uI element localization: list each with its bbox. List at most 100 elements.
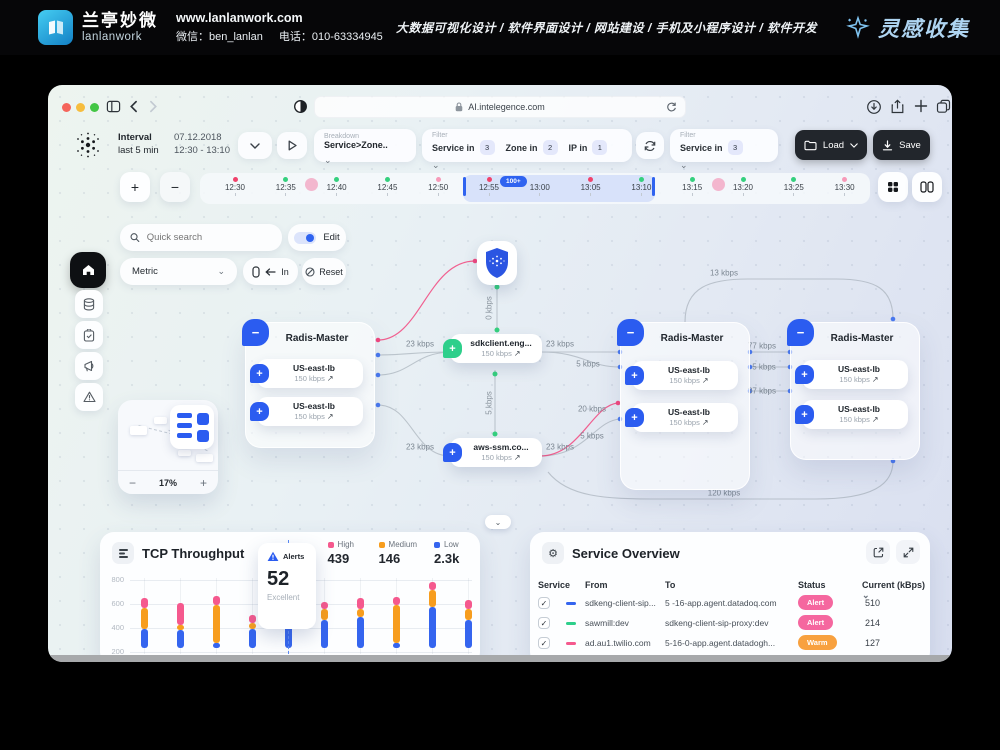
bar-segment-high[interactable] bbox=[177, 603, 184, 625]
row-checkbox[interactable]: ✓ bbox=[538, 637, 550, 649]
filter-item[interactable]: IP in1 bbox=[569, 140, 608, 155]
collapse-group-badge[interactable]: − bbox=[617, 319, 644, 346]
toggle-on-icon[interactable] bbox=[294, 232, 316, 244]
play-button[interactable] bbox=[277, 132, 307, 159]
bar-segment-medium[interactable] bbox=[177, 625, 184, 630]
bar-segment-high[interactable] bbox=[465, 600, 472, 609]
timeline-tick[interactable]: 12:40 bbox=[319, 177, 355, 196]
table-row[interactable]: ✓sdkeng-client-sip...5 -16-app.agent.dat… bbox=[530, 594, 930, 614]
network-shield-node[interactable] bbox=[477, 241, 517, 285]
sidebar-item-database[interactable] bbox=[75, 290, 103, 318]
reset-button[interactable]: Reset bbox=[302, 258, 346, 285]
zoom-in-button[interactable]: + bbox=[120, 172, 150, 202]
load-button[interactable]: Load bbox=[795, 130, 867, 160]
home-button[interactable] bbox=[70, 252, 106, 288]
filter-item[interactable]: Service in3 bbox=[680, 140, 743, 155]
bar-segment-low[interactable] bbox=[429, 607, 436, 648]
bar-segment-low[interactable] bbox=[249, 629, 256, 649]
timeline-tick[interactable]: 13:25 bbox=[776, 177, 812, 196]
reload-icon[interactable] bbox=[666, 101, 677, 113]
bar-segment-high[interactable] bbox=[213, 596, 220, 605]
timeline-tick[interactable]: 12:35 bbox=[268, 177, 304, 196]
minimap[interactable]: − 17% + bbox=[118, 400, 218, 494]
forward-icon[interactable] bbox=[146, 100, 159, 113]
downloads-icon[interactable] bbox=[866, 99, 882, 115]
bar-segment-medium[interactable] bbox=[357, 609, 364, 616]
topology-group[interactable]: − Radis-Master +US-east-lb150 kbps ↗+US-… bbox=[790, 322, 920, 460]
reader-shield-icon[interactable] bbox=[293, 99, 308, 114]
timeline-tick[interactable]: 13:10 bbox=[623, 177, 659, 196]
bar-segment-medium[interactable] bbox=[213, 605, 220, 643]
minimap-zoom-in[interactable]: + bbox=[200, 476, 207, 490]
table-row[interactable]: ✓sawmill:devsdkeng-client-sip-proxy:devA… bbox=[530, 614, 930, 634]
filter2-dropdown[interactable]: Filter Service in3 ⌄ bbox=[670, 129, 778, 162]
row-checkbox[interactable]: ✓ bbox=[538, 617, 550, 629]
refresh-button[interactable] bbox=[636, 132, 664, 159]
bar-segment-medium[interactable] bbox=[429, 590, 436, 607]
bar-segment-high[interactable] bbox=[249, 615, 256, 623]
table-row[interactable]: ✓ad.au1.twilio.com5-16-0-app.agent.datad… bbox=[530, 634, 930, 654]
bar-segment-low[interactable] bbox=[213, 643, 220, 648]
window-zoom-button[interactable] bbox=[90, 103, 99, 112]
collapse-group-badge[interactable]: − bbox=[787, 319, 814, 346]
filter-item[interactable]: Service in3 bbox=[432, 140, 495, 155]
selection-start-handle[interactable] bbox=[463, 177, 466, 196]
bar-segment-low[interactable] bbox=[465, 620, 472, 648]
traffic-in-button[interactable]: In bbox=[243, 258, 298, 285]
expand-node-badge[interactable]: + bbox=[625, 408, 644, 427]
timeline-tick[interactable]: 13:00 bbox=[522, 177, 558, 196]
interval-dropdown-button[interactable] bbox=[238, 132, 272, 159]
timeline-tick[interactable]: 13:15 bbox=[674, 177, 710, 196]
group-node-card[interactable]: +US-east-lb150 kbps ↗ bbox=[802, 400, 908, 429]
new-tab-icon[interactable] bbox=[914, 99, 928, 113]
expand-node-badge[interactable]: + bbox=[443, 339, 462, 358]
timeline-tick[interactable]: 12:50 bbox=[420, 177, 456, 196]
collapse-panel-chip[interactable]: ⌄ bbox=[485, 515, 511, 529]
expand-node-badge[interactable]: + bbox=[625, 366, 644, 385]
bar-segment-low[interactable] bbox=[321, 620, 328, 648]
topology-group[interactable]: − Radis-Master +US-east-lb150 kbps ↗+US-… bbox=[620, 322, 750, 490]
zoom-out-button[interactable]: − bbox=[160, 172, 190, 202]
timeline-strip[interactable]: 100+ 12:3012:3512:4012:4512:5012:5513:00… bbox=[200, 173, 870, 204]
group-node-card[interactable]: +US-east-lb150 kbps ↗ bbox=[632, 361, 738, 390]
group-node-card[interactable]: +US-east-lb150 kbps ↗ bbox=[632, 403, 738, 432]
save-button[interactable]: Save bbox=[873, 130, 930, 160]
breakdown-dropdown[interactable]: Breakdown Service>Zone.. ⌄ bbox=[314, 129, 416, 162]
row-checkbox[interactable]: ✓ bbox=[538, 597, 550, 609]
columns-view-button[interactable] bbox=[912, 172, 942, 202]
timeline-tick[interactable]: 13:20 bbox=[725, 177, 761, 196]
bar-segment-medium[interactable] bbox=[141, 608, 148, 630]
sidebar-item-announcements[interactable] bbox=[75, 352, 103, 380]
timeline-tick[interactable]: 12:45 bbox=[369, 177, 405, 196]
sidebar-item-report[interactable] bbox=[75, 321, 103, 349]
topology-group[interactable]: − Radis-Master +US-east-lb150 kbps ↗+US-… bbox=[245, 322, 375, 448]
grid-view-button[interactable] bbox=[878, 172, 908, 202]
bar-segment-high[interactable] bbox=[357, 598, 364, 609]
window-minimize-button[interactable] bbox=[76, 103, 85, 112]
group-node-card[interactable]: +US-east-lb150 kbps ↗ bbox=[802, 360, 908, 389]
bar-segment-medium[interactable] bbox=[249, 623, 256, 628]
bar-segment-high[interactable] bbox=[393, 597, 400, 605]
bar-segment-medium[interactable] bbox=[393, 605, 400, 643]
expand-node-badge[interactable]: + bbox=[250, 364, 269, 383]
expand-node-badge[interactable]: + bbox=[250, 402, 269, 421]
bar-segment-low[interactable] bbox=[177, 630, 184, 649]
bar-segment-high[interactable] bbox=[429, 582, 436, 590]
filter-item[interactable]: Zone in2 bbox=[506, 140, 558, 155]
bar-segment-high[interactable] bbox=[321, 602, 328, 610]
sidebar-toggle-icon[interactable] bbox=[106, 99, 121, 114]
collapse-group-badge[interactable]: − bbox=[242, 319, 269, 346]
quick-search[interactable] bbox=[120, 224, 282, 251]
tabs-overview-icon[interactable] bbox=[936, 99, 951, 114]
timeline-tick[interactable]: 13:30 bbox=[827, 177, 863, 196]
bar-segment-medium[interactable] bbox=[465, 609, 472, 620]
bar-segment-high[interactable] bbox=[141, 598, 148, 608]
timeline-tick[interactable]: 12:30 bbox=[217, 177, 253, 196]
expand-node-badge[interactable]: + bbox=[443, 443, 462, 462]
service-node[interactable]: + sdkclient.eng... 150 kbps ↗ bbox=[450, 334, 542, 363]
sidebar-item-alerts[interactable] bbox=[75, 383, 103, 411]
back-icon[interactable] bbox=[128, 100, 141, 113]
expand-node-badge[interactable]: + bbox=[795, 365, 814, 384]
bar-segment-low[interactable] bbox=[357, 617, 364, 649]
expand-node-badge[interactable]: + bbox=[795, 405, 814, 424]
